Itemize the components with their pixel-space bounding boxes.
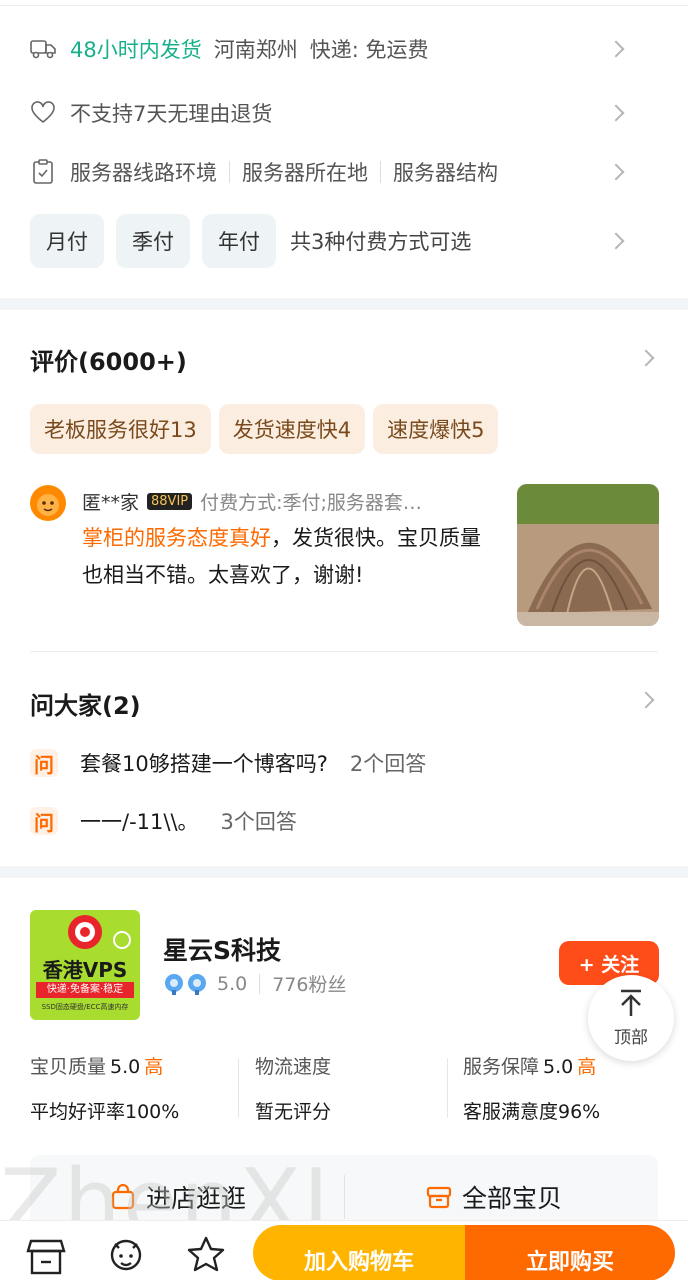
separator bbox=[259, 973, 261, 994]
payment-summary: 共3种付费方式可选 bbox=[290, 230, 472, 254]
clipboard-icon bbox=[30, 159, 56, 185]
shipping-express: 快递: 免运费 bbox=[309, 38, 429, 62]
review-photo[interactable] bbox=[517, 484, 659, 626]
shipping-row[interactable]: 48小时内发货 河南郑州 快递: 免运费 bbox=[30, 30, 658, 68]
star-icon[interactable] bbox=[186, 1235, 226, 1275]
metric-sub: 暂无评分 bbox=[255, 1101, 332, 1123]
heart-icon bbox=[30, 100, 56, 126]
section-divider bbox=[0, 866, 688, 878]
separator bbox=[229, 161, 230, 183]
metric-logistics: 物流速度 暂无评分 bbox=[255, 1052, 331, 1124]
chevron-right-icon[interactable] bbox=[637, 349, 655, 367]
crown-icon bbox=[163, 972, 209, 996]
qa-answer-count: 3个回答 bbox=[220, 810, 297, 834]
action-divider bbox=[344, 1175, 345, 1219]
shop-rating: 5.0 bbox=[217, 972, 248, 995]
review-tags: 老板服务很好13 发货速度快4 速度爆快5 bbox=[30, 404, 658, 454]
review-tag[interactable]: 速度爆快5 bbox=[373, 404, 499, 454]
metric-service: 服务保障 5.0 高 客服满意度96% bbox=[463, 1052, 600, 1124]
returns-text: 不支持7天无理由退货 bbox=[70, 102, 273, 126]
truck-icon bbox=[30, 36, 56, 62]
reviews-title[interactable]: 评价(6000+) bbox=[30, 342, 187, 377]
question-icon: 问 bbox=[30, 807, 58, 835]
metric-sub: 平均好评率100% bbox=[30, 1101, 180, 1123]
shop-stats: 5.0 776粉丝 bbox=[163, 970, 346, 997]
buy-now-button[interactable]: 立即购买 bbox=[465, 1225, 675, 1280]
metric-divider bbox=[447, 1058, 448, 1118]
params-row[interactable]: 服务器线路环境 服务器所在地 服务器结构 bbox=[30, 153, 658, 191]
metric-label: 宝贝质量 bbox=[30, 1056, 107, 1078]
metric-value: 5.0 bbox=[110, 1056, 141, 1078]
review-highlight: 掌柜的服务态度真好 bbox=[82, 526, 271, 550]
back-to-top-label: 顶部 bbox=[614, 1028, 648, 1048]
store-icon[interactable] bbox=[26, 1235, 66, 1275]
review-tag[interactable]: 发货速度快4 bbox=[218, 404, 366, 454]
chevron-right-icon bbox=[607, 232, 625, 250]
metric-divider bbox=[238, 1058, 239, 1118]
all-items-label: 全部宝贝 bbox=[462, 1184, 563, 1213]
shop-name[interactable]: 星云S科技 bbox=[163, 931, 281, 967]
shop-fans: 776粉丝 bbox=[272, 974, 347, 996]
add-to-cart-button[interactable]: 加入购物车 bbox=[253, 1225, 465, 1280]
param-item: 服务器所在地 bbox=[242, 161, 368, 185]
qa-question: 套餐10够搭建一个博客吗? bbox=[80, 752, 328, 776]
section-divider bbox=[0, 298, 688, 310]
question-icon: 问 bbox=[30, 749, 58, 777]
payment-row[interactable]: 月付 季付 年付 共3种付费方式可选 bbox=[30, 214, 658, 268]
returns-row[interactable]: 不支持7天无理由退货 bbox=[30, 94, 658, 132]
separator bbox=[380, 161, 381, 183]
metric-quality: 宝贝质量 5.0 高 平均好评率100% bbox=[30, 1052, 179, 1124]
qa-answer-count: 2个回答 bbox=[349, 752, 427, 776]
arrow-up-icon bbox=[617, 988, 645, 1023]
store-icon bbox=[426, 1184, 452, 1210]
payment-option-yearly[interactable]: 年付 bbox=[202, 214, 276, 268]
top-edge bbox=[0, 0, 688, 6]
divider-line bbox=[30, 651, 658, 652]
chevron-right-icon bbox=[607, 163, 625, 181]
avatar bbox=[30, 485, 66, 521]
metric-sub: 客服满意度96% bbox=[463, 1101, 601, 1123]
vip-badge: 88VIP bbox=[147, 493, 193, 510]
param-item: 服务器线路环境 bbox=[70, 161, 217, 185]
logo-footnote: SSD固态硬盘/ECC高速内存 bbox=[41, 1003, 129, 1011]
metric-label: 服务保障 bbox=[463, 1056, 540, 1078]
review-meta: 匿**家 88VIP 付费方式:季付;服务器套… bbox=[82, 488, 502, 515]
qa-item[interactable]: 问 套餐10够搭建一个博客吗? 2个回答 bbox=[30, 745, 658, 781]
chevron-right-icon bbox=[607, 40, 625, 58]
payment-option-quarterly[interactable]: 季付 bbox=[116, 214, 190, 268]
chevron-right-icon[interactable] bbox=[637, 691, 655, 709]
metric-label: 物流速度 bbox=[255, 1056, 332, 1078]
logo-text: 香港VPS bbox=[42, 958, 128, 982]
review-tag[interactable]: 老板服务很好13 bbox=[30, 404, 211, 454]
chevron-right-icon bbox=[607, 104, 625, 122]
bottom-bar: 加入购物车 立即购买 bbox=[0, 1220, 688, 1280]
qa-title[interactable]: 问大家(2) bbox=[30, 686, 141, 721]
back-to-top-button[interactable]: 顶部 bbox=[588, 975, 674, 1061]
param-item: 服务器结构 bbox=[393, 161, 498, 185]
metric-level: 高 bbox=[144, 1056, 164, 1078]
shop-logo[interactable]: 香港VPS 快递·免备案·稳定 SSD固态硬盘/ECC高速内存 bbox=[30, 910, 140, 1020]
review-user: 匿**家 bbox=[82, 492, 140, 514]
metric-value: 5.0 bbox=[543, 1056, 574, 1078]
review-text[interactable]: 掌柜的服务态度真好，发货很快。宝贝质量也相当不错。太喜欢了，谢谢! bbox=[82, 520, 492, 594]
qa-item[interactable]: 问 一一/-11\\。 3个回答 bbox=[30, 803, 658, 839]
payment-option-monthly[interactable]: 月付 bbox=[30, 214, 104, 268]
shipping-location: 河南郑州 bbox=[213, 38, 298, 62]
metric-level: 高 bbox=[577, 1056, 597, 1078]
customer-service-icon[interactable] bbox=[106, 1235, 146, 1275]
shipping-time: 48小时内发货 bbox=[70, 38, 202, 62]
review-spec: 付费方式:季付;服务器套… bbox=[200, 492, 422, 514]
qa-question: 一一/-11\\。 bbox=[80, 810, 199, 834]
logo-subtitle: 快递·免备案·稳定 bbox=[36, 982, 134, 998]
